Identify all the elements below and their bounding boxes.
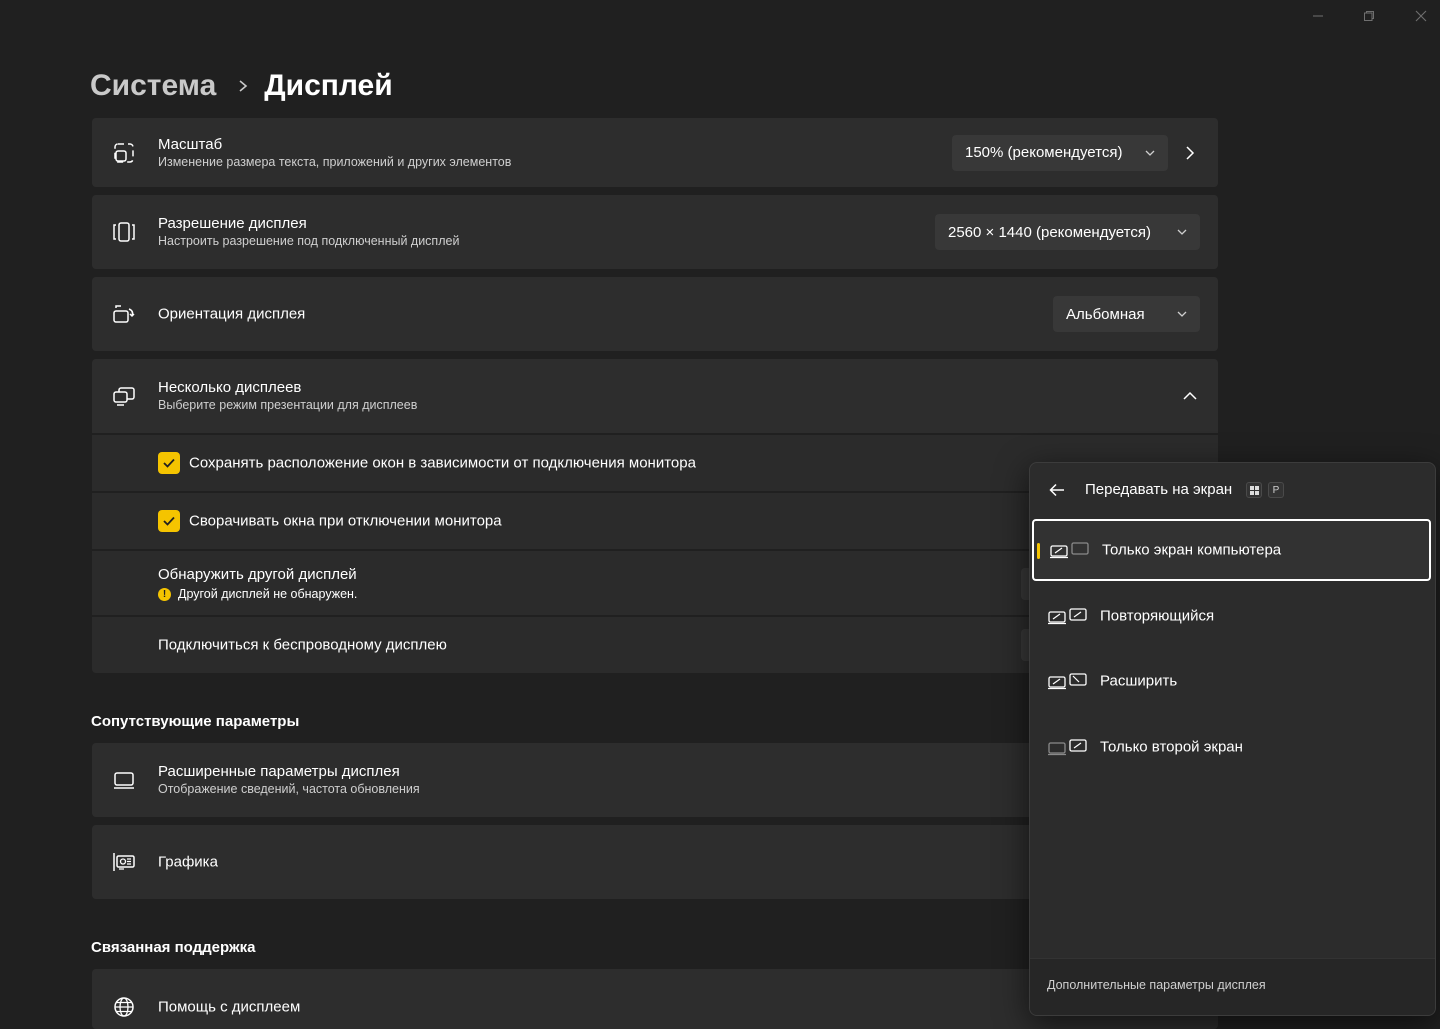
advanced-display-link[interactable]: Дополнительные параметры дисплея — [1047, 978, 1266, 992]
multiple-displays-subtitle: Выберите режим презентации для дисплеев — [158, 398, 418, 412]
detect-status: ! Другой дисплей не обнаружен. — [158, 587, 357, 601]
related-support-heading: Связанная поддержка — [91, 939, 256, 956]
orientation-setting: Ориентация дисплея Альбомная — [92, 277, 1218, 351]
scale-dropdown[interactable]: 150% (рекомендуется) — [952, 134, 1168, 171]
resolution-dropdown[interactable]: 2560 × 1440 (рекомендуется) — [935, 214, 1200, 250]
remember-windows-checkbox[interactable] — [158, 452, 180, 474]
checkmark-icon — [163, 458, 175, 468]
resolution-title: Разрешение дисплея — [158, 215, 307, 232]
orientation-value: Альбомная — [1066, 305, 1145, 323]
option-pc-screen-only[interactable]: Только экран компьютера — [1032, 519, 1431, 581]
checkmark-icon — [163, 516, 175, 526]
scale-subtitle: Изменение размера текста, приложений и д… — [158, 154, 512, 169]
scale-value: 150% (рекомендуется) — [965, 144, 1123, 161]
graphics-card-icon — [113, 853, 135, 871]
option-label: Только второй экран — [1100, 738, 1243, 756]
resolution-icon — [113, 222, 135, 242]
close-icon — [1415, 10, 1427, 22]
option-second-screen-only[interactable]: Только второй экран — [1032, 716, 1431, 778]
minimize-button[interactable] — [1304, 8, 1332, 28]
multiple-displays-header[interactable]: Несколько дисплеев Выберите режим презен… — [92, 359, 1218, 433]
resolution-setting: Разрешение дисплея Настроить разрешение … — [92, 195, 1218, 269]
option-label: Повторяющийся — [1100, 607, 1215, 625]
chevron-down-icon — [1144, 149, 1156, 157]
display-help-title: Помощь с дисплеем — [158, 998, 301, 1016]
resolution-subtitle: Настроить разрешение под подключенный ди… — [158, 234, 460, 248]
graphics-title: Графика — [158, 853, 218, 871]
related-settings-heading: Сопутствующие параметры — [91, 713, 300, 730]
orientation-dropdown[interactable]: Альбомная — [1053, 296, 1200, 332]
flyout-header: Передавать на экран P — [1030, 463, 1435, 519]
flyout-footer: Дополнительные параметры дисплея — [1030, 958, 1435, 1015]
detect-status-text: Другой дисплей не обнаружен. — [178, 587, 358, 601]
remember-windows-label: Сохранять расположение окон в зависимост… — [189, 454, 696, 472]
chevron-right-icon — [238, 79, 248, 93]
minimize-windows-checkbox[interactable] — [158, 510, 180, 532]
chevron-up-icon[interactable] — [1182, 388, 1198, 404]
warning-icon: ! — [158, 587, 171, 601]
wireless-display-label: Подключиться к беспроводному дисплею — [158, 636, 447, 654]
orientation-title: Ориентация дисплея — [158, 305, 306, 323]
globe-icon — [114, 997, 134, 1017]
option-label: Только экран компьютера — [1102, 541, 1282, 559]
selection-indicator — [1037, 543, 1040, 559]
second-screen-only-icon — [1048, 739, 1087, 756]
minimize-windows-label: Сворачивать окна при отключении монитора — [189, 512, 502, 530]
breadcrumb-parent[interactable]: Система — [90, 69, 216, 103]
resolution-value: 2560 × 1440 (рекомендуется) — [948, 223, 1151, 241]
minimize-icon — [1313, 15, 1323, 17]
scale-setting[interactable]: Масштаб Изменение размера текста, прилож… — [92, 118, 1218, 187]
duplicate-icon — [1048, 608, 1087, 625]
chevron-down-icon — [1176, 228, 1188, 236]
multiple-displays-icon — [113, 387, 135, 406]
scale-title: Масштаб — [158, 135, 223, 153]
shortcut-key: P — [1268, 482, 1284, 498]
flyout-title: Передавать на экран — [1085, 481, 1233, 498]
breadcrumb: Система Дисплей — [90, 64, 393, 108]
windows-key-icon — [1246, 482, 1262, 498]
multiple-displays-title: Несколько дисплеев — [158, 379, 302, 396]
orientation-icon — [113, 305, 135, 323]
monitor-icon — [114, 772, 134, 789]
close-button[interactable] — [1407, 8, 1435, 28]
advanced-display-title: Расширенные параметры дисплея — [158, 763, 400, 780]
project-flyout: Передавать на экран P Только экран компь… — [1029, 462, 1436, 1016]
detect-display-title: Обнаружить другой дисплей — [158, 566, 357, 583]
advanced-display-subtitle: Отображение сведений, частота обновления — [158, 782, 420, 796]
back-arrow-icon[interactable] — [1048, 481, 1066, 499]
option-extend[interactable]: Расширить — [1032, 650, 1431, 712]
chevron-right-icon[interactable] — [1182, 145, 1198, 161]
page-title: Дисплей — [264, 69, 393, 102]
pc-screen-only-icon — [1050, 542, 1089, 559]
scale-icon — [114, 142, 134, 163]
option-label: Расширить — [1100, 672, 1178, 690]
extend-icon — [1048, 673, 1087, 690]
restore-icon — [1364, 11, 1374, 21]
restore-button[interactable] — [1355, 8, 1383, 28]
chevron-down-icon — [1176, 310, 1188, 318]
option-duplicate[interactable]: Повторяющийся — [1032, 585, 1431, 647]
